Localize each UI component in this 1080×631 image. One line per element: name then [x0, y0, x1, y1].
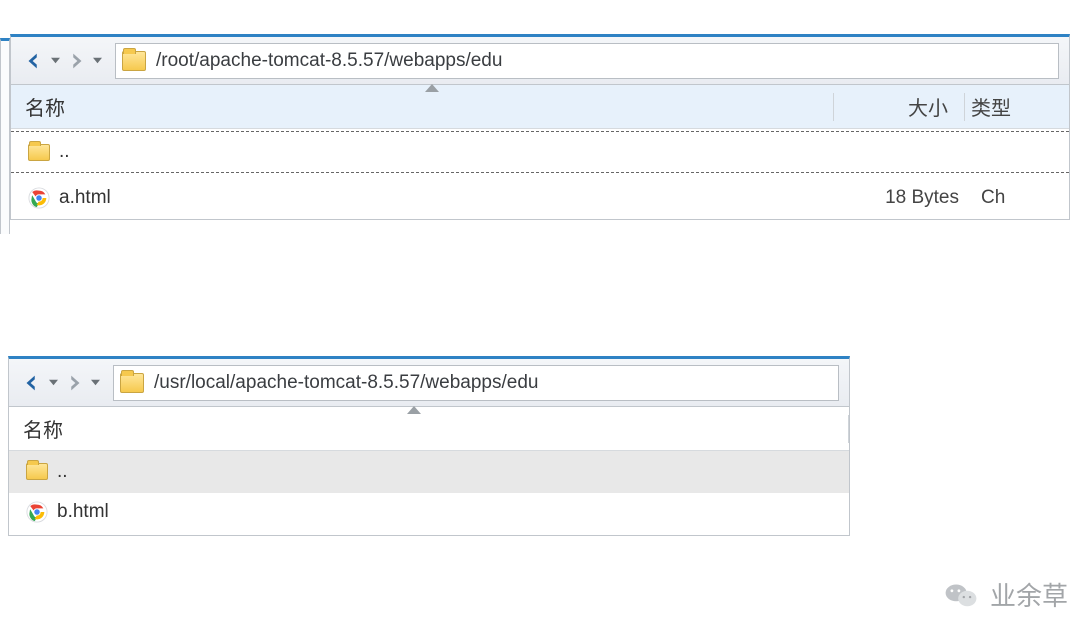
column-header-size[interactable]: 大小: [834, 92, 964, 121]
address-bar: /root/apache-tomcat-8.5.57/webapps/edu: [11, 37, 1069, 85]
chrome-icon: [26, 501, 48, 523]
path-text: /root/apache-tomcat-8.5.57/webapps/edu: [156, 50, 502, 72]
folder-icon: [26, 463, 48, 480]
parent-dir-row[interactable]: ..: [9, 451, 849, 493]
nav-back-button[interactable]: [21, 48, 47, 74]
row-type: Ch: [975, 187, 1023, 209]
file-row[interactable]: b.html: [9, 493, 849, 535]
watermark: 业余草: [944, 576, 1068, 613]
nav-back-history-icon[interactable]: [49, 56, 61, 65]
file-row[interactable]: a.html 18 Bytes Ch: [11, 177, 1069, 219]
path-input[interactable]: /usr/local/apache-tomcat-8.5.57/webapps/…: [113, 365, 839, 401]
column-divider[interactable]: [848, 415, 849, 443]
row-name: ..: [53, 461, 849, 483]
nav-back-button[interactable]: [19, 370, 45, 396]
column-header-name[interactable]: 名称: [9, 414, 848, 443]
row-size: 18 Bytes: [845, 187, 975, 209]
file-panel-2: /usr/local/apache-tomcat-8.5.57/webapps/…: [8, 356, 850, 536]
wechat-icon: [944, 581, 978, 609]
column-header-type[interactable]: 类型: [965, 92, 1013, 121]
sort-indicator-icon: [407, 406, 421, 414]
nav-forward-button[interactable]: [61, 370, 87, 396]
folder-icon: [120, 373, 144, 393]
folder-icon: [122, 51, 146, 71]
chrome-icon: [28, 187, 50, 209]
nav-back-history-icon[interactable]: [47, 378, 59, 387]
row-name: b.html: [53, 501, 849, 523]
file-panel-1: /root/apache-tomcat-8.5.57/webapps/edu 名…: [10, 34, 1070, 220]
nav-forward-button[interactable]: [63, 48, 89, 74]
parent-dir-row[interactable]: ..: [11, 131, 1069, 173]
folder-icon: [28, 144, 50, 161]
address-bar: /usr/local/apache-tomcat-8.5.57/webapps/…: [9, 359, 849, 407]
sort-indicator-icon: [425, 84, 439, 92]
row-name: ..: [55, 141, 845, 163]
nav-forward-history-icon[interactable]: [89, 378, 101, 387]
column-header-name[interactable]: 名称: [11, 92, 833, 121]
watermark-text: 业余草: [990, 576, 1068, 613]
path-text: /usr/local/apache-tomcat-8.5.57/webapps/…: [154, 372, 538, 394]
left-stub: [0, 38, 10, 234]
row-name: a.html: [55, 187, 845, 209]
nav-forward-history-icon[interactable]: [91, 56, 103, 65]
path-input[interactable]: /root/apache-tomcat-8.5.57/webapps/edu: [115, 43, 1059, 79]
column-header-row: 名称: [9, 407, 849, 451]
column-header-row: 名称 大小 类型: [11, 85, 1069, 129]
